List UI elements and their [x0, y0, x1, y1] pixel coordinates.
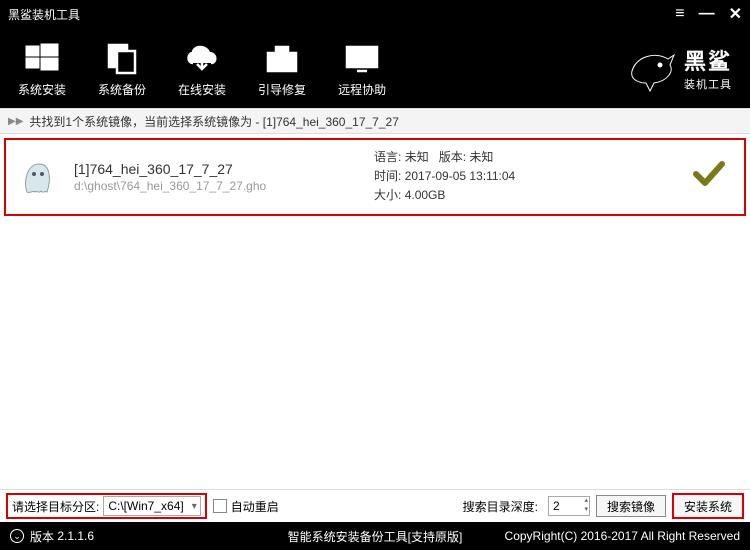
- image-path: d:\ghost\764_hei_360_17_7_27.gho: [74, 179, 374, 193]
- nav-label: 系统备份: [98, 81, 146, 98]
- windows-icon: [24, 39, 60, 77]
- nav-system-install[interactable]: 系统安装: [18, 39, 66, 98]
- nav-system-backup[interactable]: 系统备份: [98, 39, 146, 98]
- chevron-icon: ▶▶: [8, 116, 23, 127]
- partition-group: 请选择目标分区: C:\[Win7_x64]: [6, 493, 207, 519]
- app-title: 黑鲨装机工具: [8, 6, 80, 23]
- close-icon[interactable]: ✕: [729, 4, 742, 24]
- auto-restart-checkbox[interactable]: 自动重启: [213, 498, 279, 515]
- copyright-text: CopyRight(C) 2016-2017 All Right Reserve…: [505, 529, 740, 543]
- menu-icon[interactable]: ≡: [675, 5, 684, 23]
- nav-label: 远程协助: [338, 81, 386, 98]
- nav-label: 在线安装: [178, 81, 226, 98]
- image-meta: 语言: 未知 版本: 未知 时间: 2017-09-05 13:11:04 大小…: [374, 148, 515, 206]
- toolbox-icon: [264, 39, 300, 77]
- status-center-text: 智能系统安装备份工具[支持原版]: [288, 528, 463, 545]
- shark-icon: [624, 41, 678, 95]
- cloud-download-icon: [183, 39, 221, 77]
- nav-label: 引导修复: [258, 81, 306, 98]
- install-system-button[interactable]: 安装系统: [674, 495, 742, 517]
- content-area: [1]764_hei_360_17_7_27 d:\ghost\764_hei_…: [0, 134, 750, 489]
- nav-label: 系统安装: [18, 81, 66, 98]
- version-info: ⌄ 版本 2.1.1.6: [10, 528, 94, 545]
- pathbar: ▶▶ 共找到1个系统镜像，当前选择系统镜像为 - [1]764_hei_360_…: [0, 108, 750, 134]
- remote-icon: [343, 39, 381, 77]
- logo-big: 黑鲨: [684, 44, 732, 76]
- checkbox-icon: [213, 499, 227, 513]
- minimize-icon[interactable]: —: [699, 5, 715, 23]
- copy-icon: [105, 39, 139, 77]
- ghost-icon: [16, 155, 60, 199]
- depth-label: 搜索目录深度:: [463, 498, 538, 515]
- search-image-button[interactable]: 搜索镜像: [596, 495, 666, 517]
- check-icon: [692, 160, 726, 193]
- nav-boot-repair[interactable]: 引导修复: [258, 39, 306, 98]
- image-title: [1]764_hei_360_17_7_27: [74, 161, 374, 177]
- toolbar: 请选择目标分区: C:\[Win7_x64] 自动重启 搜索目录深度: 2 搜索…: [0, 489, 750, 522]
- partition-label: 请选择目标分区:: [12, 498, 99, 515]
- partition-select[interactable]: C:\[Win7_x64]: [103, 496, 200, 516]
- down-arrow-icon: ⌄: [10, 529, 24, 543]
- depth-stepper[interactable]: 2: [548, 496, 590, 516]
- logo-small: 装机工具: [684, 76, 732, 92]
- titlebar: 黑鲨装机工具 ≡ — ✕: [0, 0, 750, 28]
- statusbar: ⌄ 版本 2.1.1.6 智能系统安装备份工具[支持原版] CopyRight(…: [0, 522, 750, 550]
- pathbar-text: 共找到1个系统镜像，当前选择系统镜像为 - [1]764_hei_360_17_…: [29, 113, 398, 130]
- image-row[interactable]: [1]764_hei_360_17_7_27 d:\ghost\764_hei_…: [4, 138, 746, 216]
- header: 系统安装 系统备份 在线安装 引导修复 远程协助 黑鲨 装机工具: [0, 28, 750, 108]
- nav-online-install[interactable]: 在线安装: [178, 39, 226, 98]
- auto-restart-label: 自动重启: [231, 498, 279, 515]
- logo: 黑鲨 装机工具: [624, 41, 732, 95]
- nav-remote-assist[interactable]: 远程协助: [338, 39, 386, 98]
